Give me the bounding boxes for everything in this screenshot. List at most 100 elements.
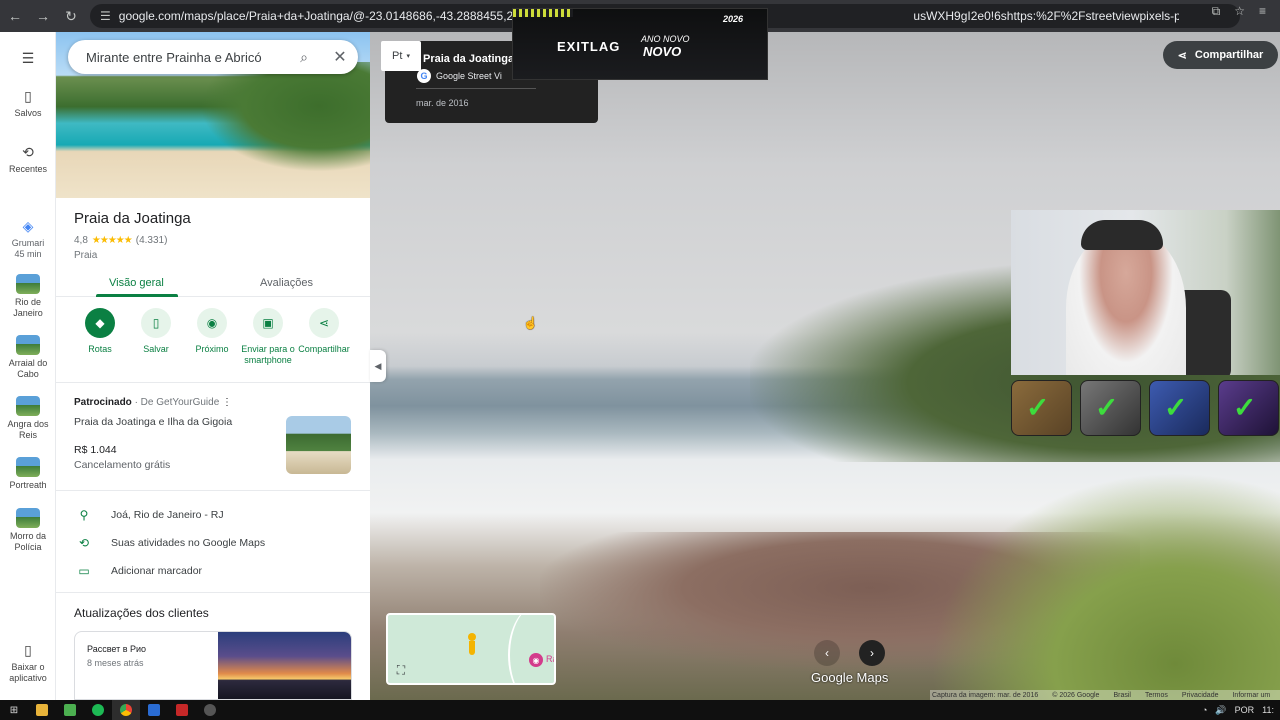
- reading-list-icon[interactable]: ≡: [1259, 4, 1266, 19]
- rail-item-portreath[interactable]: Portreath: [0, 457, 56, 491]
- active-tab-indicator: [96, 294, 178, 297]
- reload-icon[interactable]: ↻: [58, 3, 84, 29]
- rail-label: Salvos: [14, 108, 42, 118]
- achievement-badges: ✓ ✓ ✓ ✓: [1011, 380, 1280, 438]
- search-icon[interactable]: ⌕: [286, 49, 322, 66]
- nearby-icon: ◉: [197, 308, 227, 338]
- site-info-icon[interactable]: ☰: [100, 9, 111, 23]
- nearby-button[interactable]: ◉ Próximo: [182, 308, 242, 355]
- divider: [416, 88, 536, 89]
- taskbar: ⊞ ◔ 🔊 POR 11:: [0, 700, 1280, 720]
- xbox-app-icon[interactable]: [56, 700, 84, 720]
- google-g-icon: G: [417, 69, 431, 83]
- privacy-link[interactable]: Privacidade: [1182, 692, 1219, 699]
- directions-icon: ◆: [85, 308, 115, 338]
- rail-item-arraial[interactable]: Arraial do Cabo: [0, 335, 56, 380]
- search-box[interactable]: Mirante entre Prainha e Abricó ⌕ ✕: [68, 40, 358, 74]
- action-label: Compartilhar: [298, 344, 350, 354]
- clock[interactable]: 11:: [1262, 705, 1274, 715]
- directions-icon: ◈: [22, 218, 34, 234]
- share-streetview-button[interactable]: ⋖ Compartilhar: [1163, 41, 1278, 69]
- minimap[interactable]: ⛶ ◉ Ra: [386, 613, 556, 685]
- sponsored-label: Patrocinado: [74, 397, 132, 408]
- place-category[interactable]: Praia: [74, 250, 97, 261]
- rail-item-morro[interactable]: Morro da Polícia: [0, 508, 56, 553]
- app-icon[interactable]: [168, 700, 196, 720]
- camera-poi-icon[interactable]: ◉: [529, 653, 543, 667]
- terms-link[interactable]: Termos: [1145, 692, 1168, 699]
- attribution-bar: Captura da imagem: mar. de 2016 © 2026 G…: [930, 690, 1280, 700]
- check-icon: ✓: [1164, 392, 1188, 423]
- volume-icon[interactable]: 🔊: [1215, 705, 1226, 716]
- network-icon[interactable]: ◔: [1202, 705, 1207, 715]
- chrome-icon[interactable]: [112, 700, 140, 720]
- send-to-phone-button[interactable]: ▣ Enviar para o smartphone: [238, 308, 298, 366]
- install-app-icon[interactable]: ⧉: [1212, 4, 1221, 19]
- update-card-time: 8 meses atrás: [87, 658, 144, 668]
- maps-rail: ☰ ▯ Salvos ⟲ Recentes ◈ Grumari 45 min R…: [0, 32, 56, 700]
- rail-label: Grumari: [11, 238, 45, 248]
- divider: [56, 382, 370, 383]
- file-explorer-icon[interactable]: [28, 700, 56, 720]
- forward-icon[interactable]: →: [30, 3, 56, 29]
- decorative-stripe: [513, 9, 573, 17]
- chevron-down-icon: ▾: [406, 53, 410, 60]
- close-icon[interactable]: ✕: [322, 47, 358, 67]
- place-thumbnail: [16, 508, 40, 528]
- save-button[interactable]: ▯ Salvar: [126, 308, 186, 355]
- review-count[interactable]: (4.331): [136, 235, 168, 246]
- expand-map-icon[interactable]: ⛶: [394, 663, 408, 677]
- road: [508, 615, 554, 683]
- bookmark-star-icon[interactable]: ☆: [1234, 4, 1245, 19]
- collapse-panel-button[interactable]: ◀: [370, 350, 386, 382]
- chevron-left-icon: ◀: [374, 360, 382, 371]
- sponsor-source: · De GetYourGuide: [134, 397, 220, 408]
- poi-label: Ra: [546, 654, 554, 664]
- grass-scenery: [930, 472, 1280, 700]
- sv-capture-date[interactable]: mar. de 2016: [416, 98, 469, 108]
- pegman-icon[interactable]: [464, 633, 480, 661]
- rating-row[interactable]: 4,8 ★★★★★ (4.331): [74, 235, 167, 246]
- search-input[interactable]: Mirante entre Prainha e Abricó: [86, 50, 286, 65]
- layer-select-button[interactable]: Pt ▾: [381, 41, 421, 71]
- share-icon: ⋖: [1177, 49, 1187, 62]
- prev-arrow-icon[interactable]: ‹: [814, 640, 840, 666]
- rail-item-angra[interactable]: Angra dos Reis: [0, 396, 56, 441]
- sv-place-name[interactable]: Praia da Joatinga: [423, 53, 514, 65]
- windows-start-icon[interactable]: ⊞: [0, 700, 28, 720]
- address-row[interactable]: ⚲ Joá, Rio de Janeiro - RJ: [76, 508, 224, 522]
- country-link[interactable]: Brasil: [1113, 692, 1131, 699]
- report-link[interactable]: Informar um: [1232, 692, 1270, 699]
- rail-label: Recentes: [8, 164, 48, 174]
- phone-icon: ▯: [24, 642, 32, 658]
- directions-button[interactable]: ◆ Rotas: [70, 308, 130, 355]
- rail-item-download-app[interactable]: ▯ Baixar o aplicativo: [0, 642, 56, 684]
- tour-thumbnail[interactable]: [286, 416, 351, 474]
- tab-reviews[interactable]: Avaliações: [260, 277, 313, 289]
- obs-icon[interactable]: [196, 700, 224, 720]
- menu-icon[interactable]: ☰: [0, 50, 56, 70]
- rating-value: 4,8: [74, 235, 88, 246]
- app-icon[interactable]: [140, 700, 168, 720]
- more-options-icon[interactable]: ⋮: [222, 397, 232, 408]
- spotify-icon[interactable]: [84, 700, 112, 720]
- add-label-row[interactable]: ▭ Adicionar marcador: [76, 564, 202, 578]
- place-title: Praia da Joatinga: [74, 210, 191, 227]
- language-indicator[interactable]: POR: [1235, 705, 1255, 715]
- rail-item-rio[interactable]: Rio de Janeiro: [0, 274, 56, 319]
- next-arrow-icon[interactable]: ›: [859, 640, 885, 666]
- sv-source: G Google Street Vi: [417, 69, 502, 83]
- divider: [56, 592, 370, 593]
- divider: [56, 490, 370, 491]
- activity-row[interactable]: ⟲ Suas atividades no Google Maps: [76, 536, 265, 550]
- share-button[interactable]: ⋖ Compartilhar: [294, 308, 354, 355]
- update-card[interactable]: Рассвет в Рио 8 meses atrás: [74, 631, 352, 700]
- back-icon[interactable]: ←: [2, 3, 28, 29]
- overlay-novo: NOVO: [643, 44, 682, 59]
- place-thumbnail: [16, 274, 40, 294]
- rail-item-grumari[interactable]: ◈ Grumari 45 min: [0, 218, 56, 260]
- rail-item-salvos[interactable]: ▯ Salvos: [0, 88, 56, 119]
- rail-item-recentes[interactable]: ⟲ Recentes: [0, 144, 56, 175]
- update-card-photo[interactable]: [218, 632, 351, 699]
- tab-overview[interactable]: Visão geral: [109, 277, 164, 289]
